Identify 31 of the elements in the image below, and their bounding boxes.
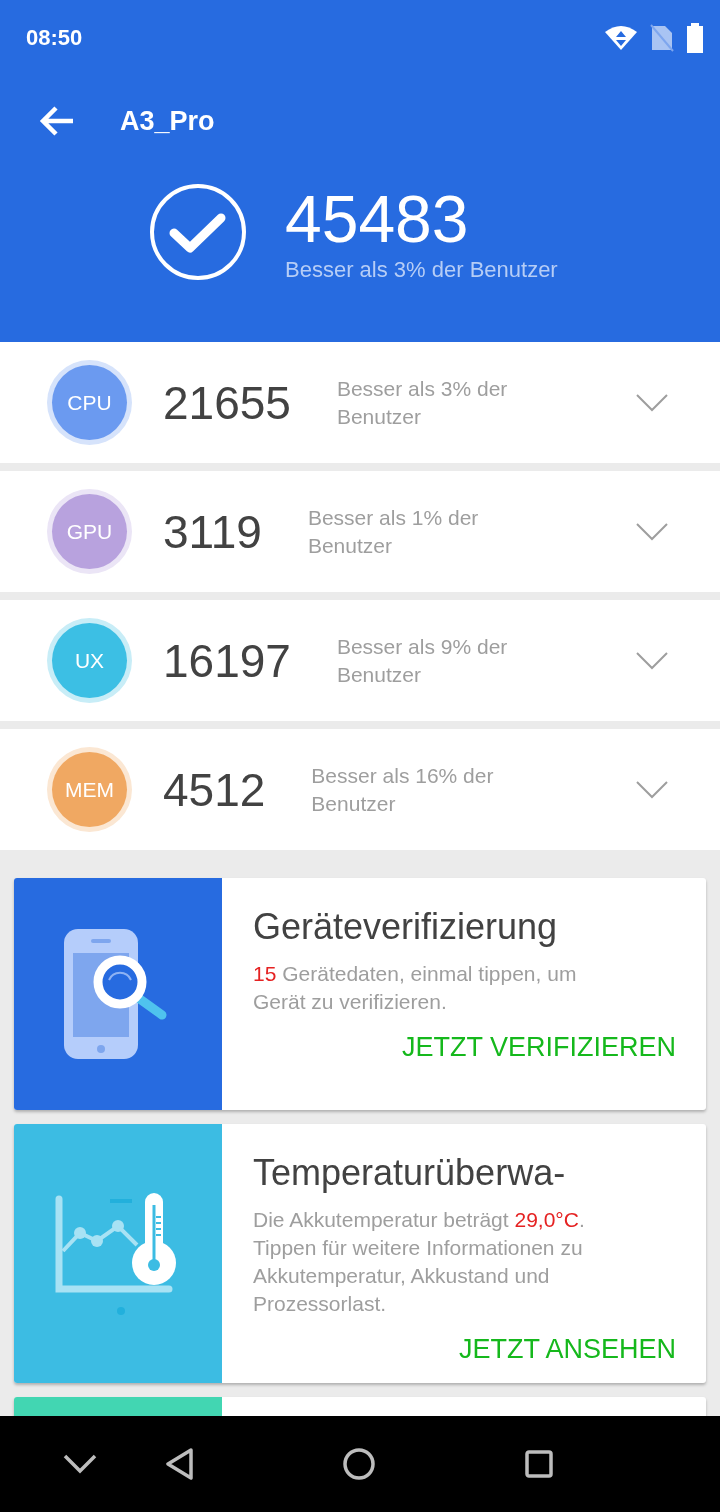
score-row[interactable]: UX 16197 Besser als 9% der Benutzer [0,600,720,721]
score-percentile: Besser als 9% der Benutzer [336,633,509,688]
score-percentile: Besser als 3% der Benutzer [336,375,509,430]
device-title: A3_Pro [120,105,215,137]
feature-card[interactable]: Geräteverifizierung 15 Gerätedaten, einmal tippen, um Gerät zu verifizieren. JETZT VERIFIZIEREN [14,878,706,1110]
status-time: 08:50 [26,24,83,51]
score-percentile: Besser als 1% der Benutzer [307,504,480,559]
card-description: Die Akkutemperatur beträgt 29,0°C. Tippen für weitere Informationen zu Akkutemperatur, Akkustand und Prozessorlast. [253,1207,586,1317]
score-value: 21655 [163,375,291,430]
battery-icon [686,22,704,53]
back-arrow-icon[interactable] [39,105,75,137]
back-icon[interactable] [165,1448,193,1480]
home-icon[interactable] [343,1448,375,1480]
score-row[interactable]: MEM 4512 Besser als 16% der Benutzer [0,729,720,850]
check-circle-icon [149,183,247,281]
recents-icon[interactable] [525,1450,553,1478]
card-title: Temperaturüberwa- [253,1151,567,1195]
wifi-icon [604,24,638,51]
feature-card[interactable]: Temperaturüberwa- Die Akkutemperatur beträgt 29,0°C. Tippen für weitere Informationen zu Akkutemperatur, Akkustand und Prozessorlast. JETZT ANSEHEN [14,1124,706,1383]
chevron-down-icon[interactable] [63,1454,97,1474]
card-description: 15 Gerätedaten, einmal tippen, um Gerät zu verifizieren. [253,961,578,1015]
score-row[interactable]: CPU 21655 Besser als 3% der Benutzer [0,342,720,463]
score-row[interactable]: GPU 3119 Besser als 1% der Benutzer [0,471,720,592]
score-value: 4512 [163,762,266,817]
no-sim-icon [650,23,674,52]
total-percentile: Besser als 3% der Benutzer [285,257,558,283]
total-score: 45483 [285,181,470,257]
score-percentile: Besser als 16% der Benutzer [311,762,495,817]
score-value: 16197 [163,633,291,688]
card-title: Geräteverifizierung [253,905,559,949]
score-value: 3119 [163,504,262,559]
